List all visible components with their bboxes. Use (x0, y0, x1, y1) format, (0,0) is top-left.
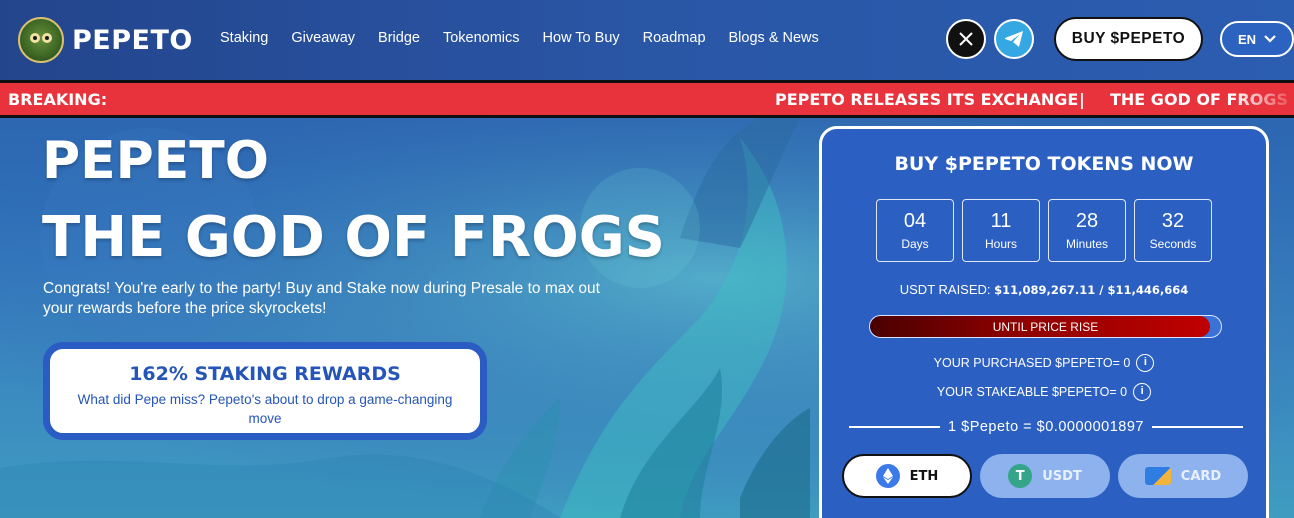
countdown-label: Days (901, 237, 929, 251)
ticker-separator: | (1079, 90, 1085, 109)
buy-token-button[interactable]: BUY $PEPETO (1054, 17, 1203, 61)
staking-rewards-text: What did Pepe miss? Pepeto's about to dr… (77, 392, 453, 426)
countdown-label: Seconds (1149, 237, 1197, 251)
telegram-social-button[interactable] (994, 19, 1034, 59)
nav-link-roadmap[interactable]: Roadmap (643, 30, 706, 46)
raised-label: USDT RAISED: (899, 282, 991, 297)
nav-link-tokenomics[interactable]: Tokenomics (443, 30, 520, 46)
ticker-item: PEPETO RELEASES ITS EXCHANGE (775, 90, 1079, 109)
nav-link-staking[interactable]: Staking (220, 30, 268, 46)
language-label: EN (1237, 31, 1257, 47)
info-icon[interactable]: i (1136, 354, 1155, 372)
countdown-value: 28 (1075, 210, 1099, 232)
divider (849, 426, 941, 428)
purchased-row: YOUR PURCHASED $PEPETO= 0 i (822, 354, 1266, 372)
stakeable-row: YOUR STAKEABLE $PEPETO= 0 i (822, 383, 1266, 401)
credit-card-icon (1144, 467, 1171, 485)
pay-eth-label: ETH (909, 468, 939, 484)
presale-panel: BUY $PEPETO TOKENS NOW 04 Days 11 Hours … (819, 126, 1269, 518)
hero-title: PEPETO (42, 131, 269, 191)
main-menu: Staking Giveaway Bridge Tokenomics How T… (220, 30, 842, 46)
pay-card-button[interactable]: CARD (1118, 454, 1248, 498)
brand-logo[interactable]: PEPETO (18, 17, 193, 63)
pay-card-label: CARD (1180, 468, 1222, 484)
countdown-label: Minutes (1065, 237, 1109, 251)
frog-logo-icon (18, 17, 64, 63)
pay-usdt-label: USDT (1042, 468, 1082, 484)
token-price-text: 1 $Pepeto = $0.0000001897 (948, 419, 1144, 435)
chevron-down-icon (1264, 35, 1276, 43)
tether-icon: T (1008, 464, 1033, 488)
countdown-value: 32 (1161, 210, 1185, 232)
x-social-button[interactable] (946, 19, 986, 59)
nav-link-blogs-news[interactable]: Blogs & News (729, 30, 819, 46)
ticker-label: BREAKING: (8, 90, 108, 109)
countdown-days: 04 Days (876, 199, 954, 262)
hero-subtitle: THE GOD OF FROGS (42, 205, 665, 270)
language-selector[interactable]: EN (1220, 21, 1294, 57)
token-price: 1 $Pepeto = $0.0000001897 (849, 419, 1244, 435)
presale-progress-bar: UNTIL PRICE RISE (869, 315, 1222, 338)
nav-link-giveaway[interactable]: Giveaway (291, 30, 355, 46)
top-navbar: PEPETO Staking Giveaway Bridge Tokenomic… (0, 0, 1294, 80)
pay-eth-button[interactable]: ETH (842, 454, 972, 498)
staking-rewards-card[interactable]: 162% STAKING REWARDS What did Pepe miss?… (43, 342, 487, 440)
staking-rewards-title: 162% STAKING REWARDS (129, 363, 401, 385)
nav-link-how-to-buy[interactable]: How To Buy (543, 30, 620, 46)
breaking-news-ticker: BREAKING: PEPETO RELEASES ITS EXCHANGE |… (0, 80, 1294, 118)
countdown-value: 11 (990, 210, 1012, 232)
nav-link-bridge[interactable]: Bridge (378, 30, 420, 46)
usdt-raised: USDT RAISED: $11,089,267.11 / $11,446,66… (822, 282, 1266, 297)
hero-description: Congrats! You're early to the party! Buy… (43, 280, 600, 317)
brand-name: PEPETO (72, 24, 193, 56)
x-icon (959, 32, 973, 46)
presale-title: BUY $PEPETO TOKENS NOW (894, 153, 1194, 175)
telegram-icon (1005, 31, 1023, 47)
ethereum-icon (875, 464, 900, 488)
progress-label: UNTIL PRICE RISE (992, 320, 1099, 334)
divider (1151, 426, 1244, 428)
stakeable-text: YOUR STAKEABLE $PEPETO= 0 (936, 385, 1128, 399)
countdown-minutes: 28 Minutes (1048, 199, 1126, 262)
pay-usdt-button[interactable]: T USDT (980, 454, 1110, 498)
countdown-label: Hours (984, 237, 1017, 251)
countdown-seconds: 32 Seconds (1134, 199, 1212, 262)
countdown-value: 04 (903, 210, 927, 232)
purchased-text: YOUR PURCHASED $PEPETO= 0 (933, 356, 1131, 370)
raised-value: $11,089,267.11 / $11,446,664 (994, 283, 1189, 297)
countdown-hours: 11 Hours (962, 199, 1040, 262)
info-icon[interactable]: i (1133, 383, 1152, 401)
